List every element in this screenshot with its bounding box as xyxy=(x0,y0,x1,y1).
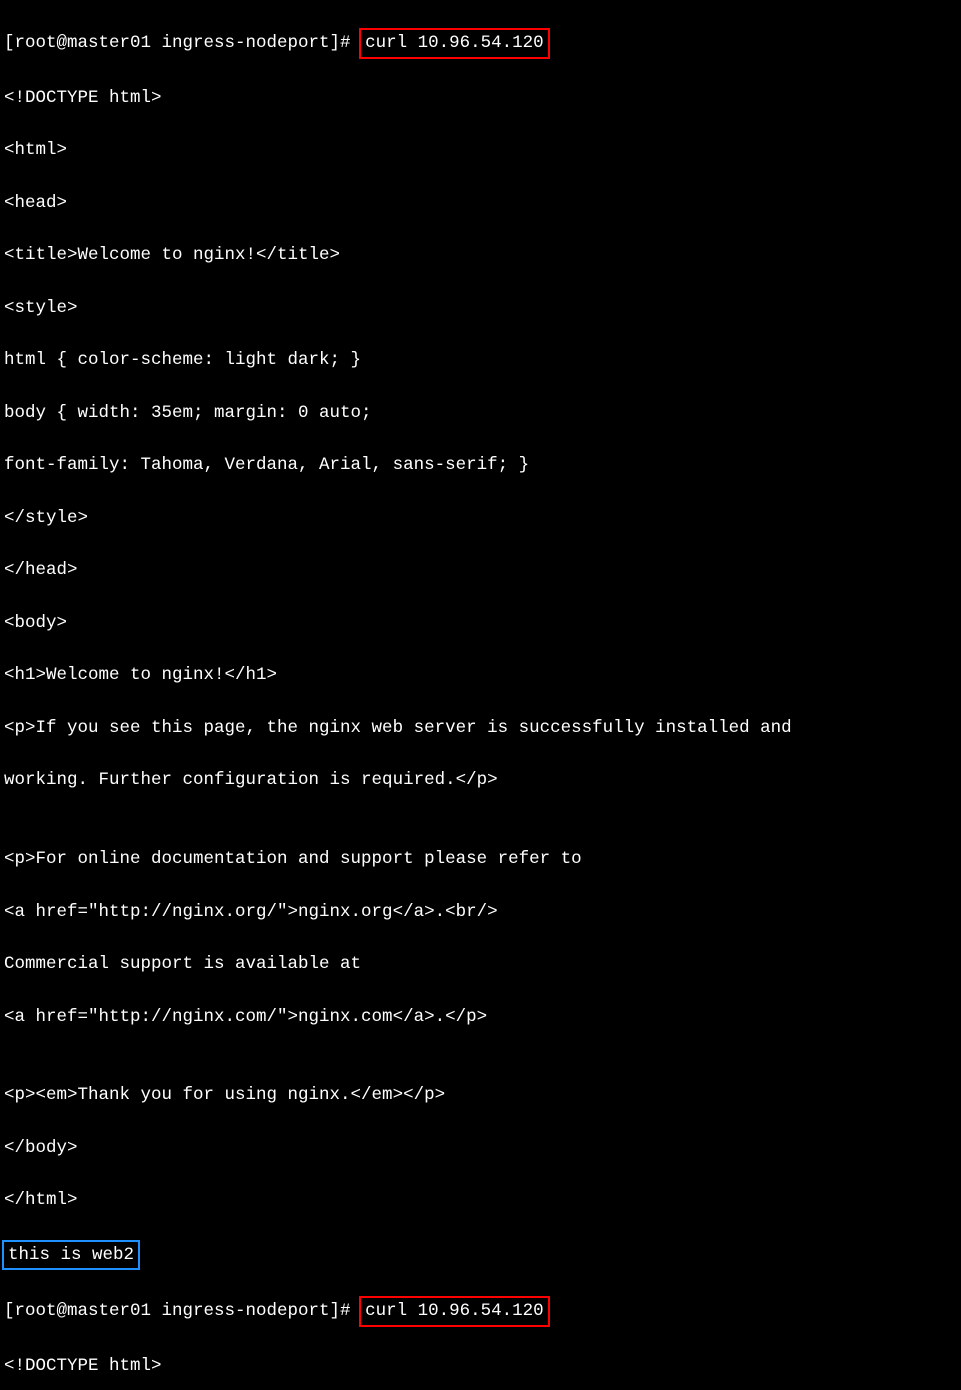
command-highlight-red: curl 10.96.54.120 xyxy=(359,1296,550,1326)
output-line: html { color-scheme: light dark; } xyxy=(4,347,957,373)
output-line: working. Further configuration is requir… xyxy=(4,767,957,793)
output-line: <p><em>Thank you for using nginx.</em></… xyxy=(4,1082,957,1108)
output-line: <p>For online documentation and support … xyxy=(4,846,957,872)
output-line: </head> xyxy=(4,557,957,583)
prompt-line-2: [root@master01 ingress-nodeport]# curl 1… xyxy=(4,1296,957,1326)
output-line: <head> xyxy=(4,190,957,216)
output-line: <a href="http://nginx.com/">nginx.com</a… xyxy=(4,1004,957,1030)
output-line: </body> xyxy=(4,1135,957,1161)
highlight-blue: this is web2 xyxy=(2,1240,140,1270)
prompt-prefix: [root@master01 ingress-nodeport]# xyxy=(4,1301,361,1321)
output-line: <html> xyxy=(4,137,957,163)
terminal-output[interactable]: [root@master01 ingress-nodeport]# curl 1… xyxy=(0,0,961,1390)
output-line: <a href="http://nginx.org/">nginx.org</a… xyxy=(4,899,957,925)
output-line: Commercial support is available at xyxy=(4,951,957,977)
output-line: this is web2 xyxy=(4,1240,957,1270)
output-line: <body> xyxy=(4,610,957,636)
output-line: <title>Welcome to nginx!</title> xyxy=(4,242,957,268)
output-line: <!DOCTYPE html> xyxy=(4,1353,957,1379)
command-highlight-red: curl 10.96.54.120 xyxy=(359,28,550,58)
output-line: </style> xyxy=(4,505,957,531)
prompt-prefix: [root@master01 ingress-nodeport]# xyxy=(4,33,361,53)
output-line: <style> xyxy=(4,295,957,321)
output-line: <h1>Welcome to nginx!</h1> xyxy=(4,662,957,688)
output-line: <!DOCTYPE html> xyxy=(4,85,957,111)
output-line: font-family: Tahoma, Verdana, Arial, san… xyxy=(4,452,957,478)
prompt-line-1: [root@master01 ingress-nodeport]# curl 1… xyxy=(4,28,957,58)
output-line: <p>If you see this page, the nginx web s… xyxy=(4,715,957,741)
output-line: </html> xyxy=(4,1187,957,1213)
output-line: body { width: 35em; margin: 0 auto; xyxy=(4,400,957,426)
